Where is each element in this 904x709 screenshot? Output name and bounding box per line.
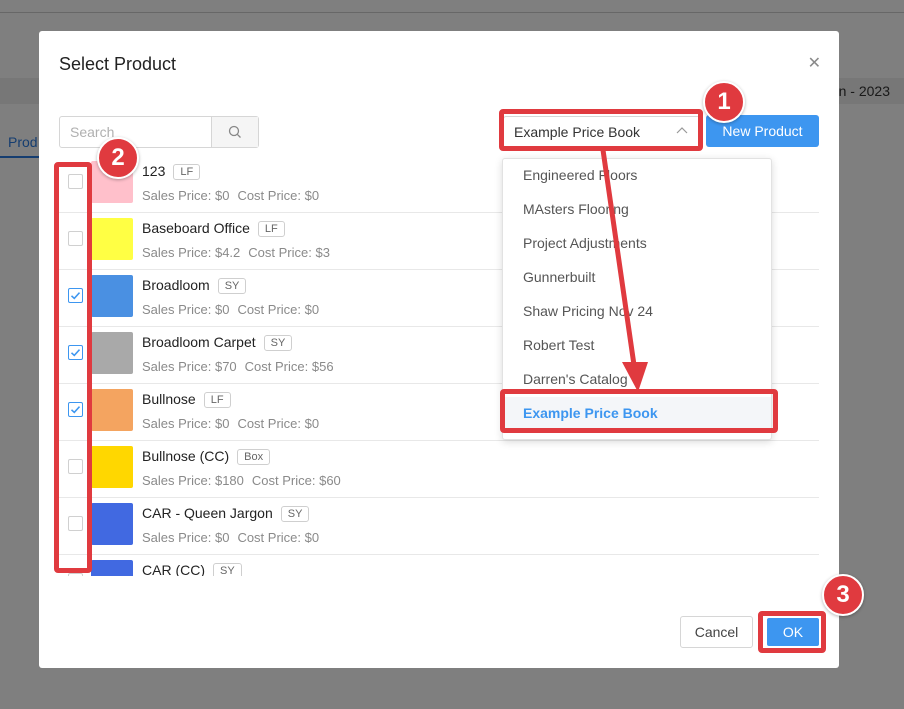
- annotation-arrow: [600, 147, 648, 392]
- annotation-badge-1: 1: [703, 81, 745, 123]
- annotation-badge-2: 2: [97, 137, 139, 179]
- annotation-badge-3: 3: [822, 574, 864, 616]
